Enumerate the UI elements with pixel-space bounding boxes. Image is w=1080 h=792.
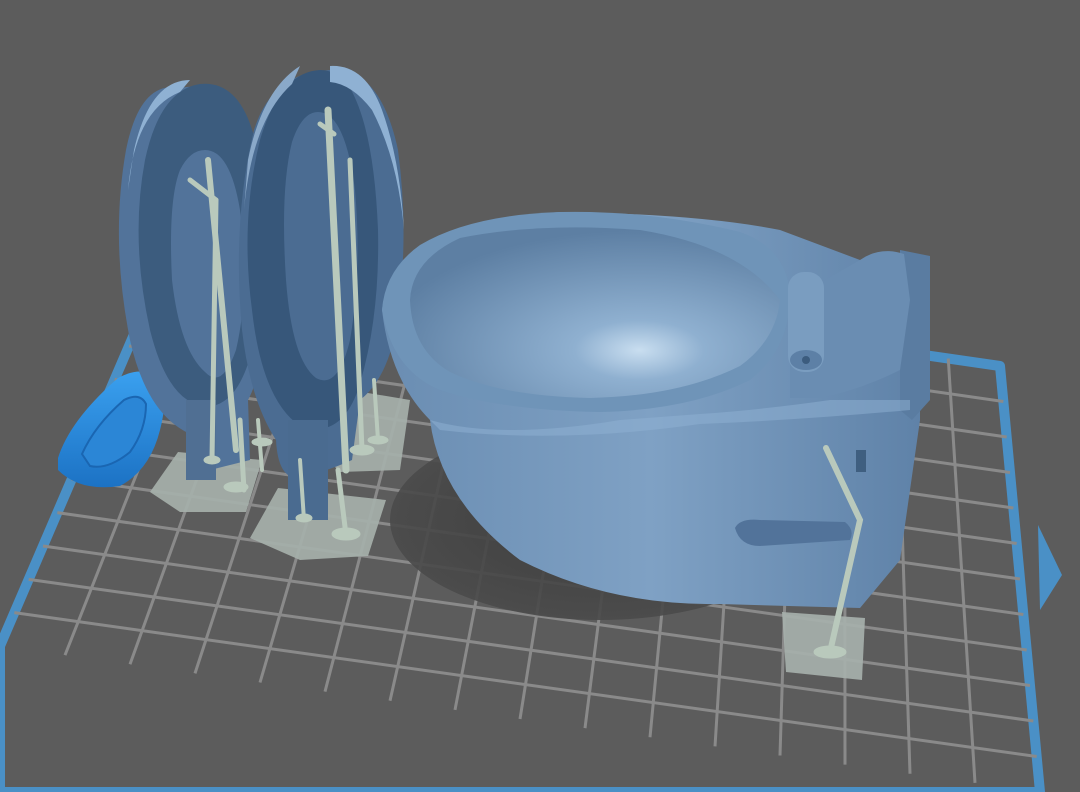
grid-line xyxy=(14,611,1037,758)
3d-print-viewport[interactable] xyxy=(0,0,1080,792)
slicer-scene[interactable] xyxy=(0,0,1080,792)
plate-direction-icon xyxy=(1038,525,1062,610)
